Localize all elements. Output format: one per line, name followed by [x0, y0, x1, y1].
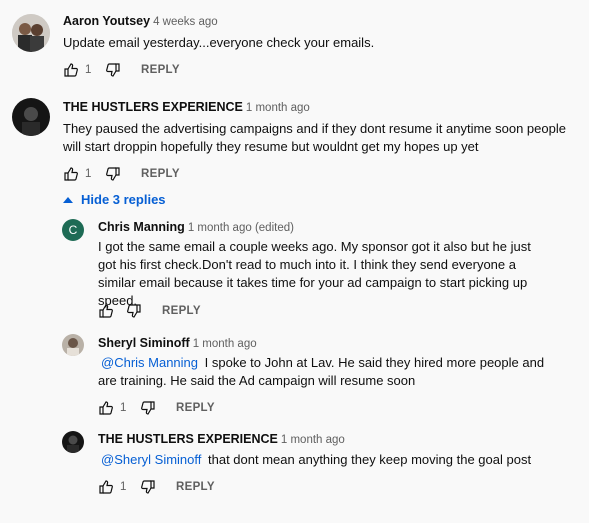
reply-button[interactable]: REPLY [141, 168, 180, 180]
avatar[interactable] [62, 334, 84, 356]
reply-button[interactable]: REPLY [176, 481, 215, 493]
thumb-up-icon[interactable] [98, 303, 114, 319]
reply-body: that dont mean anything they keep moving… [208, 452, 532, 467]
thumb-down-icon[interactable] [140, 400, 156, 416]
dark-person-photo-icon [62, 431, 84, 453]
reply-button[interactable]: REPLY [141, 64, 180, 76]
reply-button[interactable]: REPLY [162, 305, 201, 317]
comment-actions: 1 REPLY [63, 62, 180, 78]
like-count: 1 [85, 64, 92, 76]
like-count: 1 [120, 481, 127, 493]
thumb-down-icon[interactable] [140, 479, 156, 495]
thumb-down-icon[interactable] [105, 62, 121, 78]
avatar[interactable] [62, 431, 84, 453]
thumb-up-icon[interactable] [63, 62, 79, 78]
two-people-photo-icon [12, 14, 50, 52]
dark-person-photo-icon [12, 98, 50, 136]
author-name[interactable]: Sheryl Siminoff [98, 336, 190, 350]
avatar[interactable] [12, 98, 50, 136]
reply-actions: 1 REPLY [98, 400, 215, 416]
reply-author[interactable]: Chris Manning 1 month ago (edited) [98, 220, 294, 234]
mention-link[interactable]: @Chris Manning [101, 355, 198, 370]
reply-author[interactable]: THE HUSTLERS EXPERIENCE 1 month ago [98, 432, 345, 446]
avatar[interactable] [12, 14, 50, 52]
comment-text: Update email yesterday...everyone check … [63, 35, 375, 50]
hide-replies-button[interactable]: Hide 3 replies [63, 192, 166, 207]
thumb-down-icon[interactable] [126, 303, 142, 319]
thumb-up-icon[interactable] [63, 166, 79, 182]
author-name[interactable]: Aaron Youtsey [63, 14, 150, 28]
thumb-down-icon[interactable] [105, 166, 121, 182]
author-name[interactable]: THE HUSTLERS EXPERIENCE [98, 432, 278, 446]
reply-text: @Chris Manning I spoke to John at Lav. H… [98, 354, 558, 390]
comment-author[interactable]: Aaron Youtsey 4 weeks ago [63, 14, 218, 28]
comment-text: They paused the advertising campaigns an… [63, 121, 566, 154]
hide-replies-label: Hide 3 replies [81, 192, 166, 207]
reply-actions: 1 REPLY [98, 479, 215, 495]
comment-author[interactable]: THE HUSTLERS EXPERIENCE 1 month ago [63, 100, 310, 114]
avatar[interactable]: C [62, 219, 84, 241]
person-photo-icon [62, 334, 84, 356]
comment-time[interactable]: 4 weeks ago [153, 16, 218, 28]
reply-time[interactable]: 1 month ago [193, 338, 257, 350]
reply-actions: REPLY [98, 303, 201, 319]
reply-text: @Sheryl Siminoff that dont mean anything… [98, 451, 558, 469]
reply-author[interactable]: Sheryl Siminoff 1 month ago [98, 336, 257, 350]
reply-time[interactable]: 1 month ago (edited) [188, 222, 294, 234]
like-count: 1 [120, 402, 127, 414]
reply-text: I got the same email a couple weeks ago.… [98, 239, 531, 308]
comment-actions: 1 REPLY [63, 166, 180, 182]
reply-button[interactable]: REPLY [176, 402, 215, 414]
mention-link[interactable]: @Sheryl Siminoff [101, 452, 201, 467]
thumb-up-icon[interactable] [98, 400, 114, 416]
chevron-up-icon [63, 196, 73, 203]
like-count: 1 [85, 168, 92, 180]
author-name[interactable]: THE HUSTLERS EXPERIENCE [63, 100, 243, 114]
thumb-up-icon[interactable] [98, 479, 114, 495]
avatar-letter: C [68, 223, 78, 237]
reply-time[interactable]: 1 month ago [281, 434, 345, 446]
comment-time[interactable]: 1 month ago [246, 102, 310, 114]
author-name[interactable]: Chris Manning [98, 220, 185, 234]
